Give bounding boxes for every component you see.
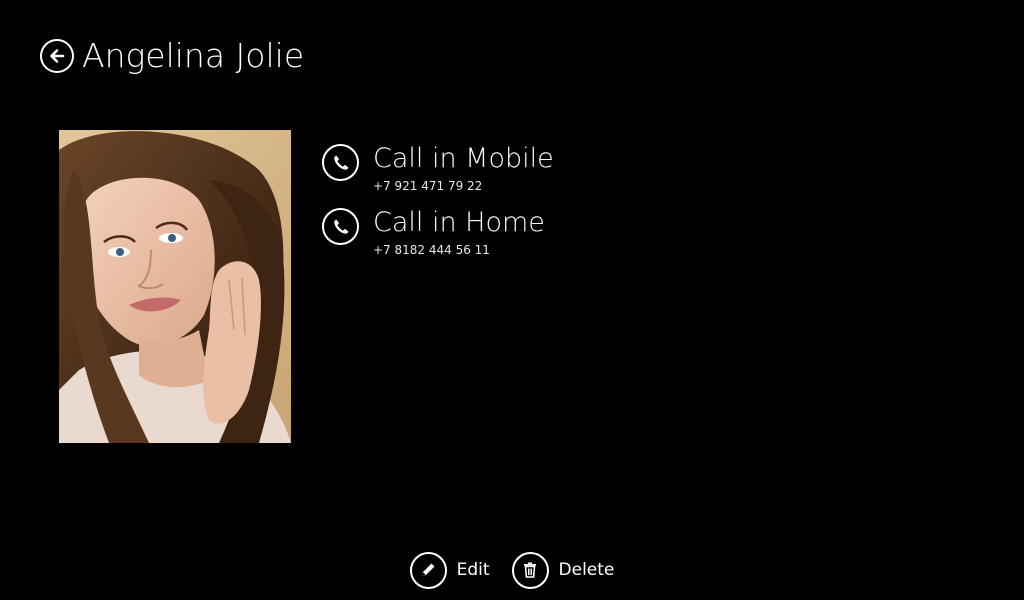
phone-icon [322,208,359,245]
contact-details-page: Angelina Jolie Call in Mobile +7 921 471… [0,0,1024,600]
back-button[interactable] [40,39,74,73]
trash-icon [511,551,549,589]
edit-button[interactable]: Edit [409,551,490,589]
contact-photo [59,130,291,443]
back-arrow-icon [47,46,67,66]
phone-label: Call in Mobile [373,143,554,174]
page-title: Angelina Jolie [82,36,305,75]
pencil-icon [409,551,447,589]
edit-label: Edit [456,560,490,580]
delete-label: Delete [558,560,615,580]
app-bar: Edit Delete [0,548,1024,592]
header: Angelina Jolie [40,35,304,77]
phone-number: +7 921 471 79 22 [373,179,483,193]
delete-button[interactable]: Delete [511,551,615,589]
phone-icon [322,144,359,181]
phone-number: +7 8182 444 56 11 [373,243,490,257]
phone-label: Call in Home [373,207,545,238]
